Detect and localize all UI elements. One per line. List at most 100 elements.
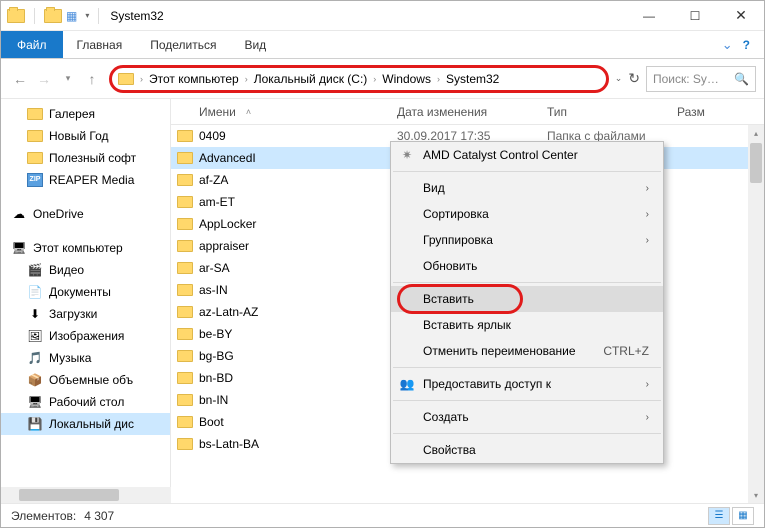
close-button[interactable]: ✕ bbox=[718, 1, 764, 31]
sidebar-label: Галерея bbox=[49, 107, 95, 121]
vertical-scrollbar[interactable]: ▴▾ bbox=[748, 125, 764, 503]
help-icon[interactable]: ? bbox=[743, 38, 750, 52]
chevron-right-icon[interactable]: › bbox=[140, 74, 143, 84]
sidebar-item-pc[interactable]: 🎬Видео bbox=[1, 259, 170, 281]
col-type[interactable]: Тип bbox=[547, 105, 677, 119]
nav-up-button[interactable]: ↑ bbox=[81, 71, 103, 87]
sidebar-onedrive[interactable]: ☁OneDrive bbox=[1, 203, 170, 225]
folder-icon bbox=[27, 130, 43, 142]
sidebar-label: Локальный дис bbox=[49, 417, 134, 431]
crumb-system32[interactable]: System32 bbox=[446, 72, 499, 86]
refresh-icon[interactable]: ↻ bbox=[628, 70, 640, 87]
view-icons-button[interactable]: ▦ bbox=[732, 507, 754, 525]
address-bar-row: ← → ▾ ↑ › Этот компьютер › Локальный дис… bbox=[1, 59, 764, 99]
tab-file[interactable]: Файл bbox=[1, 31, 63, 58]
chevron-right-icon[interactable]: › bbox=[245, 74, 248, 84]
sidebar-item-quick[interactable]: Полезный софт bbox=[1, 147, 170, 169]
folder-icon bbox=[177, 130, 193, 142]
chevron-right-icon[interactable]: › bbox=[437, 74, 440, 84]
address-dropdown-icon[interactable]: ⌄ bbox=[615, 73, 623, 84]
sidebar-item-pc[interactable]: 📦 Объемные объ bbox=[1, 369, 170, 391]
col-size[interactable]: Разм bbox=[677, 105, 764, 119]
folder-icon bbox=[177, 196, 193, 208]
folder-icon bbox=[177, 174, 193, 186]
crumb-disk[interactable]: Локальный диск (C:) bbox=[254, 72, 368, 86]
sidebar-item-quick[interactable]: Галерея bbox=[1, 103, 170, 125]
menu-share[interactable]: 👥Предоставить доступ к› bbox=[391, 371, 663, 397]
sidebar-horizontal-scrollbar[interactable] bbox=[1, 487, 171, 503]
tab-share[interactable]: Поделиться bbox=[136, 31, 230, 58]
navigation-pane[interactable]: Галерея Новый ГодПолезный софтZIPREAPER M… bbox=[1, 99, 171, 503]
pc-item-icon: 🎵 bbox=[27, 351, 43, 365]
sidebar-label: Объемные объ bbox=[49, 373, 133, 387]
view-details-button[interactable]: ☰ bbox=[708, 507, 730, 525]
sidebar-item-pc[interactable]: 🖼 Изображения bbox=[1, 325, 170, 347]
scroll-down-icon[interactable]: ▾ bbox=[748, 487, 764, 503]
search-input[interactable]: Поиск: Sy… 🔍 bbox=[646, 66, 756, 92]
file-name: bg-BG bbox=[199, 349, 234, 363]
tab-home[interactable]: Главная bbox=[63, 31, 137, 58]
folder-icon bbox=[27, 108, 43, 120]
file-name: az-Latn-AZ bbox=[199, 305, 258, 319]
pc-icon: 🖥 bbox=[11, 241, 27, 255]
ribbon-expand-icon[interactable]: ⌄ bbox=[722, 37, 733, 53]
sidebar-item-pc[interactable]: 💾Локальный дис bbox=[1, 413, 170, 435]
col-name[interactable]: Имени bbox=[199, 105, 236, 119]
sidebar-item-pc[interactable]: 🎵Музыка bbox=[1, 347, 170, 369]
search-icon: 🔍 bbox=[734, 72, 749, 86]
menu-view[interactable]: Вид› bbox=[391, 175, 663, 201]
qat-props-icon[interactable]: ▦ bbox=[66, 9, 77, 23]
pc-item-icon: 📄 bbox=[27, 285, 43, 299]
file-list: Имени˄ Дата изменения Тип Разм ▴▾ 040930… bbox=[171, 99, 764, 503]
maximize-button[interactable]: ☐ bbox=[672, 1, 718, 31]
pc-item-icon: ⬇ bbox=[27, 307, 43, 321]
chevron-right-icon[interactable]: › bbox=[373, 74, 376, 84]
menu-label: Вставить ярлык bbox=[423, 318, 511, 332]
pc-item-icon: 📦 bbox=[27, 373, 43, 387]
nav-history-icon[interactable]: ▾ bbox=[57, 73, 79, 84]
status-count: 4 307 bbox=[84, 509, 114, 523]
sidebar-item-pc[interactable]: 📄Документы bbox=[1, 281, 170, 303]
menu-group[interactable]: Группировка› bbox=[391, 227, 663, 253]
breadcrumb[interactable]: › Этот компьютер › Локальный диск (C:) ›… bbox=[109, 65, 609, 93]
sidebar-item-pc[interactable]: 🖥Рабочий стол bbox=[1, 391, 170, 413]
minimize-button[interactable]: — bbox=[626, 1, 672, 31]
menu-amd[interactable]: ✷AMD Catalyst Control Center bbox=[391, 142, 663, 168]
status-bar: Элементов: 4 307 ☰ ▦ bbox=[1, 503, 764, 527]
tab-view[interactable]: Вид bbox=[230, 31, 280, 58]
menu-paste[interactable]: Вставить bbox=[391, 286, 663, 312]
menu-sort[interactable]: Сортировка› bbox=[391, 201, 663, 227]
folder-icon bbox=[177, 306, 193, 318]
col-date[interactable]: Дата изменения bbox=[397, 105, 547, 119]
menu-label: Группировка bbox=[423, 233, 493, 247]
menu-properties[interactable]: Свойства bbox=[391, 437, 663, 463]
titlebar[interactable]: ▦ ▾ System32 — ☐ ✕ bbox=[1, 1, 764, 31]
folder-icon bbox=[177, 262, 193, 274]
folder-icon bbox=[177, 394, 193, 406]
sidebar-this-pc[interactable]: 🖥Этот компьютер bbox=[1, 237, 170, 259]
submenu-arrow-icon: › bbox=[646, 379, 649, 390]
nav-back-button[interactable]: ← bbox=[9, 71, 31, 87]
pc-item-icon: 🖼 bbox=[27, 329, 43, 343]
menu-undo[interactable]: Отменить переименованиеCTRL+Z bbox=[391, 338, 663, 364]
nav-forward-button[interactable]: → bbox=[33, 71, 55, 87]
qat-dropdown-icon[interactable]: ▾ bbox=[85, 11, 89, 20]
sidebar-item-pc[interactable]: ⬇Загрузки bbox=[1, 303, 170, 325]
file-name: af-ZA bbox=[199, 173, 228, 187]
menu-create[interactable]: Создать› bbox=[391, 404, 663, 430]
crumb-pc[interactable]: Этот компьютер bbox=[149, 72, 239, 86]
menu-paste-shortcut[interactable]: Вставить ярлык bbox=[391, 312, 663, 338]
crumb-windows[interactable]: Windows bbox=[382, 72, 431, 86]
column-headers[interactable]: Имени˄ Дата изменения Тип Разм bbox=[171, 99, 764, 125]
sidebar-item-quick[interactable]: Новый Год bbox=[1, 125, 170, 147]
scroll-up-icon[interactable]: ▴ bbox=[748, 125, 764, 141]
folder-icon bbox=[177, 416, 193, 428]
qat-icon[interactable] bbox=[44, 9, 62, 23]
menu-refresh[interactable]: Обновить bbox=[391, 253, 663, 279]
sidebar-item-quick[interactable]: ZIPREAPER Media bbox=[1, 169, 170, 191]
sidebar-label: Рабочий стол bbox=[49, 395, 124, 409]
folder-icon bbox=[177, 372, 193, 384]
file-name: ar-SA bbox=[199, 261, 230, 275]
folder-icon bbox=[177, 438, 193, 450]
sidebar-label: Изображения bbox=[49, 329, 124, 343]
